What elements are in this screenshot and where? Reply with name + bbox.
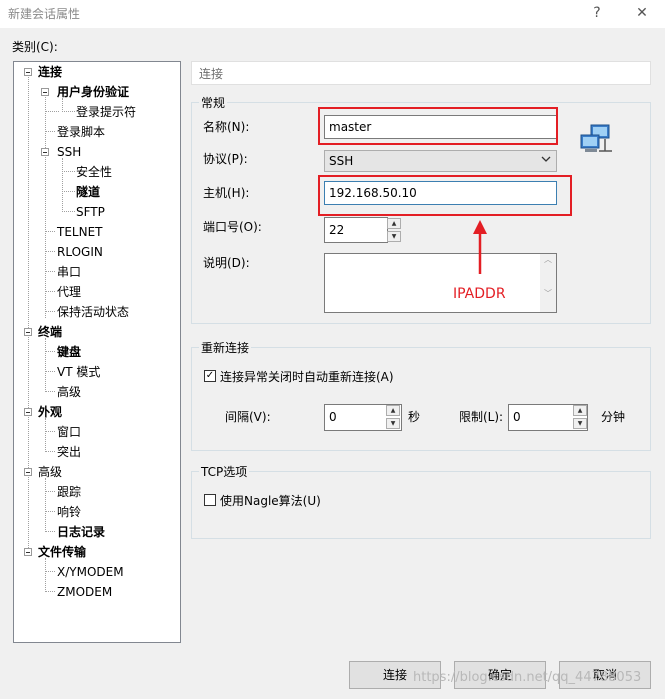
tree-item-keepalive[interactable]: 保持活动状态	[57, 303, 129, 321]
collapse-icon[interactable]	[24, 408, 32, 416]
name-highlight-box	[318, 107, 558, 145]
limit-label: 限制(L):	[459, 410, 504, 424]
tree-item-appearance[interactable]: 外观	[38, 403, 62, 421]
tree-item-connection[interactable]: 连接	[38, 63, 62, 81]
tree-item-telnet[interactable]: TELNET	[57, 223, 103, 241]
tree-item-security[interactable]: 安全性	[76, 163, 112, 181]
tree-item-zmodem[interactable]: ZMODEM	[57, 583, 112, 601]
name-label: 名称(N):	[203, 120, 250, 134]
tree-item-serial[interactable]: 串口	[57, 263, 81, 281]
section-header	[191, 61, 651, 85]
auto-reconnect-checkbox[interactable]: ✓	[204, 370, 216, 382]
nagle-checkbox[interactable]	[204, 494, 216, 506]
collapse-icon[interactable]	[24, 328, 32, 336]
tcp-group-title: TCP选项	[199, 463, 250, 480]
tree-item-keyboard[interactable]: 键盘	[57, 343, 81, 361]
tree-item-vt-mode[interactable]: VT 模式	[57, 363, 100, 381]
tree-item-proxy[interactable]: 代理	[57, 283, 81, 301]
port-up-button[interactable]: ▲	[387, 218, 401, 229]
host-highlight-box	[318, 175, 572, 216]
annotation-arrow-icon	[470, 218, 490, 276]
description-textarea[interactable]	[324, 253, 557, 313]
protocol-select[interactable]: SSH	[324, 150, 557, 172]
reconnect-group	[191, 347, 651, 451]
collapse-icon[interactable]	[24, 548, 32, 556]
help-button[interactable]: ?	[583, 2, 611, 24]
tree-item-window[interactable]: 窗口	[57, 423, 81, 441]
limit-unit: 分钟	[601, 410, 626, 424]
tree-item-advanced[interactable]: 高级	[38, 463, 62, 481]
category-label: 类别(C):	[12, 40, 58, 54]
collapse-icon[interactable]	[41, 88, 49, 96]
collapse-icon[interactable]	[41, 148, 49, 156]
tree-item-trace[interactable]: 跟踪	[57, 483, 81, 501]
tree-item-tunnel[interactable]: 隧道	[76, 183, 100, 201]
tree-item-sftp[interactable]: SFTP	[76, 203, 105, 221]
interval-unit: 秒	[408, 410, 421, 424]
tree-item-terminal-advanced[interactable]: 高级	[57, 383, 81, 401]
port-down-button[interactable]: ▼	[387, 231, 401, 242]
network-computers-icon	[579, 123, 615, 157]
interval-label: 间隔(V):	[225, 410, 271, 424]
tree-item-logging[interactable]: 日志记录	[57, 523, 105, 541]
limit-down-button[interactable]: ▼	[573, 418, 587, 429]
annotation-label: IPADDR	[453, 286, 506, 302]
tree-item-login-prompt[interactable]: 登录提示符	[76, 103, 136, 121]
tree-item-login-script[interactable]: 登录脚本	[57, 123, 105, 141]
protocol-select-value: SSH	[329, 154, 354, 168]
tree-item-bell[interactable]: 响铃	[57, 503, 81, 521]
tree-item-xymodem[interactable]: X/YMODEM	[57, 563, 124, 581]
description-label: 说明(D):	[203, 256, 250, 270]
section-header-title: 连接	[199, 67, 224, 81]
reconnect-group-title: 重新连接	[199, 339, 252, 356]
tree-item-file-transfer[interactable]: 文件传输	[38, 543, 86, 561]
port-label: 端口号(O):	[203, 220, 262, 234]
port-input[interactable]: 22	[324, 217, 388, 243]
chevron-down-icon[interactable]	[541, 155, 551, 166]
close-button[interactable]: ✕	[628, 2, 656, 24]
host-label: 主机(H):	[203, 186, 250, 200]
general-group-title: 常规	[199, 94, 228, 111]
tree-item-highlight[interactable]: 突出	[57, 443, 81, 461]
window-title: 新建会话属性	[8, 7, 81, 21]
tree-item-ssh[interactable]: SSH	[57, 143, 81, 161]
description-scrollbar[interactable]: ︿ ﹀	[540, 254, 556, 312]
watermark-text: https://blog.csdn.net/qq_44788053	[413, 670, 642, 685]
tree-item-terminal[interactable]: 终端	[38, 323, 62, 341]
protocol-label: 协议(P):	[203, 152, 248, 166]
collapse-icon[interactable]	[24, 68, 32, 76]
tree-item-auth[interactable]: 用户身份验证	[57, 83, 129, 101]
interval-down-button[interactable]: ▼	[386, 418, 400, 429]
collapse-icon[interactable]	[24, 468, 32, 476]
limit-up-button[interactable]: ▲	[573, 405, 587, 416]
interval-up-button[interactable]: ▲	[386, 405, 400, 416]
title-bar	[0, 0, 665, 28]
nagle-label: 使用Nagle算法(U)	[220, 494, 321, 508]
auto-reconnect-label: 连接异常关闭时自动重新连接(A)	[220, 370, 394, 384]
category-tree[interactable]: 连接 用户身份验证 登录提示符 登录脚本 SSH 安全性 隧道 SFTP TEL…	[13, 61, 181, 643]
tree-item-rlogin[interactable]: RLOGIN	[57, 243, 103, 261]
